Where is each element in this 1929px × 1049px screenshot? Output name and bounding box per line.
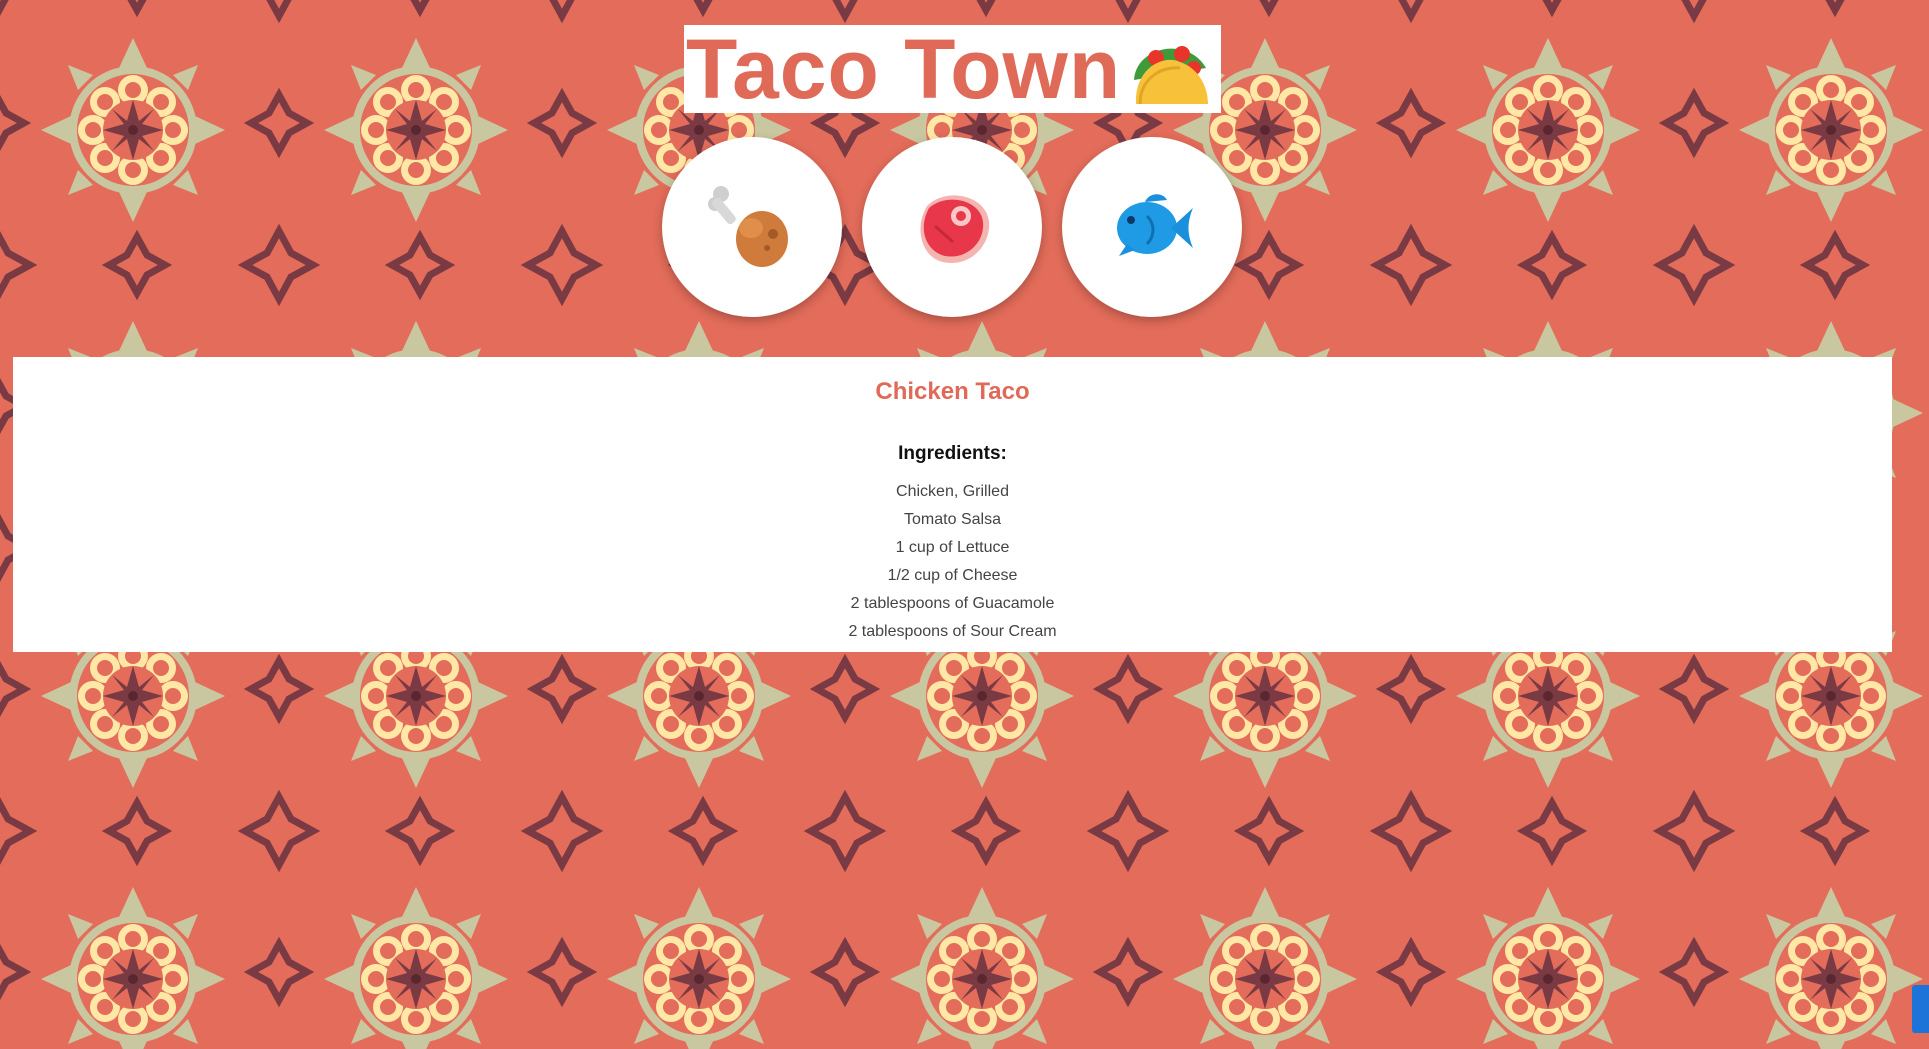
ingredient-item: 2 tablespoons of Sour Cream: [848, 623, 1057, 640]
steak-button[interactable]: [862, 137, 1042, 317]
meat-selector: [662, 137, 1242, 317]
scrollbar-thumb[interactable]: [1912, 985, 1929, 1033]
ingredients-list: Chicken, Grilled Tomato Salsa 1 cup of L…: [13, 478, 1892, 646]
ingredient-item: 1/2 cup of Cheese: [887, 567, 1018, 584]
fish-button[interactable]: [1062, 137, 1242, 317]
site-header: Taco Town: [684, 25, 1221, 113]
page: Taco Town Chicken Taco Ingredients: Chic…: [0, 0, 1910, 1049]
taco-icon: [1134, 46, 1208, 105]
chicken-leg-icon: [708, 186, 788, 267]
ingredient-item: 2 tablespoons of Guacamole: [850, 595, 1055, 612]
ingredients-heading: Ingredients:: [898, 443, 1007, 464]
site-title: Taco Town: [686, 22, 1122, 116]
recipe-title: Chicken Taco: [875, 378, 1030, 405]
steak-icon: [920, 195, 990, 263]
fish-icon: [1117, 194, 1193, 256]
ingredient-item: 1 cup of Lettuce: [895, 539, 1010, 556]
recipe-card: Chicken Taco Ingredients: Chicken, Grill…: [13, 357, 1892, 652]
chicken-button[interactable]: [662, 137, 842, 317]
ingredient-item: Chicken, Grilled: [896, 483, 1009, 500]
ingredient-item: Tomato Salsa: [904, 511, 1001, 528]
